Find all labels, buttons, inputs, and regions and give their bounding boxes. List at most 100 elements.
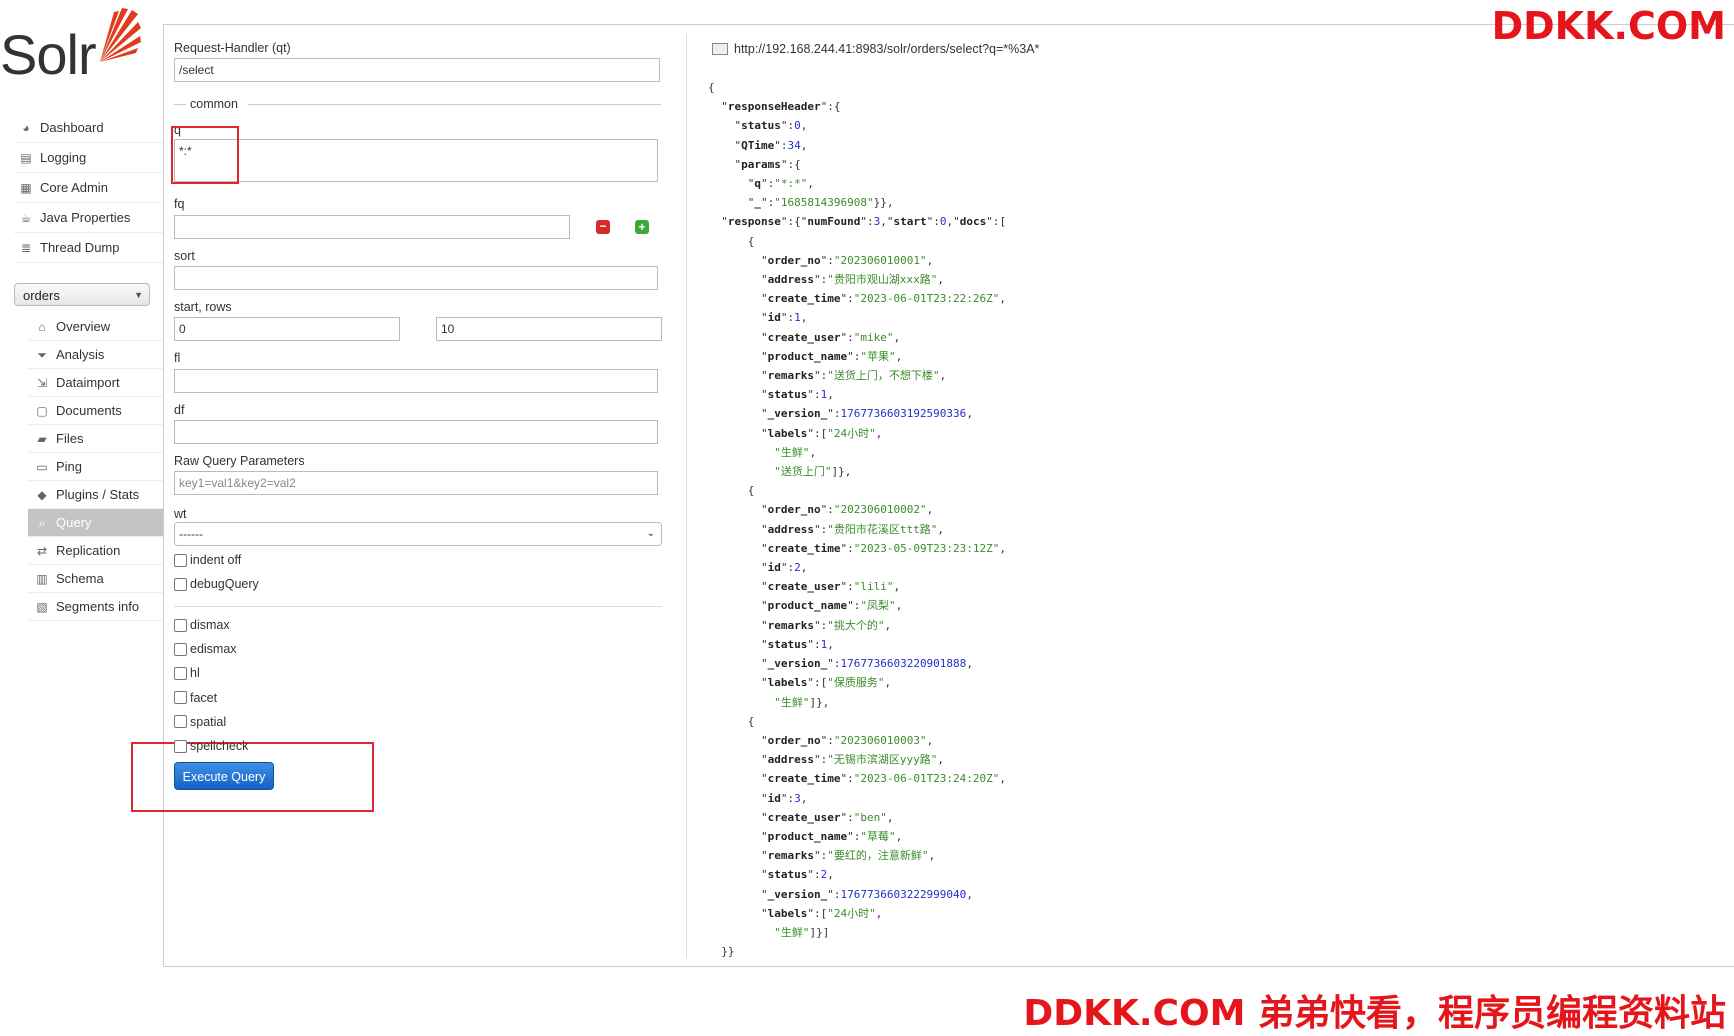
request-url[interactable]: http://192.168.244.41:8983/solr/orders/s… bbox=[712, 42, 1039, 56]
schema-icon: ▥ bbox=[36, 571, 48, 586]
df-input[interactable] bbox=[174, 420, 658, 444]
sidebar-item-plugins-stats[interactable]: ◆ Plugins / Stats bbox=[28, 481, 164, 509]
rows-input[interactable]: 10 bbox=[436, 317, 662, 341]
sidebar-item-label: Query bbox=[56, 515, 92, 530]
sidebar-item-label: Ping bbox=[56, 459, 83, 474]
sidebar-item-label: Analysis bbox=[56, 347, 105, 362]
funnel-icon: ⏷ bbox=[37, 347, 47, 362]
sidebar-item-label: Dataimport bbox=[56, 375, 120, 390]
sidebar-item-schema[interactable]: ▥ Schema bbox=[28, 565, 164, 593]
column-divider bbox=[686, 34, 687, 958]
core-selector[interactable]: orders ▼ bbox=[14, 283, 150, 306]
sidebar-item-java-properties[interactable]: ☕ Java Properties bbox=[14, 203, 164, 233]
sort-input[interactable] bbox=[174, 266, 658, 290]
sidebar-item-dataimport[interactable]: ⇲ Dataimport bbox=[28, 369, 164, 397]
java-icon: ☕ bbox=[20, 210, 32, 225]
checkbox-spellcheck[interactable]: spellcheck bbox=[174, 739, 248, 753]
request-handler-label: Request-Handler (qt) bbox=[174, 41, 291, 55]
checkbox-label: spellcheck bbox=[190, 739, 249, 753]
sidebar-item-label: Overview bbox=[56, 319, 111, 334]
checkbox-box[interactable] bbox=[174, 715, 187, 729]
checkbox-box[interactable] bbox=[174, 666, 187, 680]
solr-sun-icon bbox=[100, 8, 141, 62]
df-label: df bbox=[174, 403, 185, 417]
checkbox-box[interactable] bbox=[174, 739, 187, 753]
checkbox-label: hl bbox=[190, 666, 200, 681]
checkbox-label: indent off bbox=[190, 553, 242, 567]
solr-logo[interactable]: Solr bbox=[0, 0, 141, 86]
checkbox-label: edismax bbox=[190, 642, 237, 657]
sidebar-item-label: Replication bbox=[56, 543, 121, 558]
folder-icon: ▰ bbox=[37, 431, 47, 446]
common-rule-right bbox=[248, 104, 661, 105]
checkbox-box[interactable] bbox=[174, 691, 187, 705]
wt-select[interactable]: ------ ⌄ bbox=[174, 522, 662, 546]
sidebar-item-label: Core Admin bbox=[40, 180, 108, 195]
add-fq-icon[interactable]: + bbox=[635, 220, 649, 234]
logging-icon: ▤ bbox=[20, 150, 32, 165]
watermark-top: DDKK.COM bbox=[1491, 4, 1726, 48]
raw-params-input[interactable]: key1=val1&key2=val2 bbox=[174, 471, 658, 495]
sidebar-item-label: Plugins / Stats bbox=[56, 487, 140, 502]
sidebar-item-overview[interactable]: ⌂ Overview bbox=[28, 313, 164, 341]
checkbox-facet[interactable]: facet bbox=[174, 691, 217, 705]
plugins-icon: ◆ bbox=[37, 487, 47, 502]
common-rule-left bbox=[174, 104, 186, 105]
checkbox-debugquery[interactable]: debugQuery bbox=[174, 577, 259, 591]
fq-input[interactable] bbox=[174, 215, 570, 239]
magnifier-icon: ⌕ bbox=[38, 515, 46, 530]
checkbox-box[interactable] bbox=[174, 642, 187, 656]
segments-icon: ▧ bbox=[36, 599, 48, 614]
chevron-down-icon: ⌄ bbox=[646, 528, 655, 539]
sidebar-item-files[interactable]: ▰ Files bbox=[28, 425, 164, 453]
checkbox-spatial[interactable]: spatial bbox=[174, 715, 226, 729]
checkbox-box[interactable] bbox=[174, 553, 187, 567]
sidebar-item-label: Schema bbox=[56, 571, 104, 586]
checkbox-box[interactable] bbox=[174, 618, 187, 632]
ping-icon: ▭ bbox=[36, 459, 48, 474]
sidebar-item-replication[interactable]: ⇄ Replication bbox=[28, 537, 164, 565]
checkbox-label: dismax bbox=[190, 618, 230, 632]
sidebar-nav: ◕ Dashboard ▤ Logging ▦ Core Admin ☕ Java Prope… bbox=[14, 113, 164, 263]
sidebar-item-documents[interactable]: ▢ Documents bbox=[28, 397, 164, 425]
logo-text: Solr bbox=[0, 23, 97, 86]
raw-params-label: Raw Query Parameters bbox=[174, 454, 305, 468]
common-legend: common bbox=[190, 97, 238, 111]
request-url-text: http://192.168.244.41:8983/solr/orders/s… bbox=[734, 42, 1040, 56]
core-selector-value: orders bbox=[23, 288, 60, 303]
fl-input[interactable] bbox=[174, 369, 658, 393]
chevron-down-icon: ▼ bbox=[134, 290, 143, 300]
request-handler-input[interactable]: /select bbox=[174, 58, 660, 82]
sidebar-item-ping[interactable]: ▭ Ping bbox=[28, 453, 164, 481]
highlight-execute-box bbox=[131, 742, 374, 812]
start-rows-label: start, rows bbox=[174, 300, 232, 314]
checkbox-hl[interactable]: hl bbox=[174, 666, 200, 680]
checkbox-dismax[interactable]: dismax bbox=[174, 618, 230, 632]
sidebar-item-dashboard[interactable]: ◕ Dashboard bbox=[14, 113, 164, 143]
sort-label: sort bbox=[174, 249, 195, 263]
core-nav: ⌂ Overview ⏷ Analysis ⇲ Dataimport ▢ Documents ▰… bbox=[28, 313, 164, 621]
checkbox-edismax[interactable]: edismax bbox=[174, 642, 237, 656]
checkbox-box[interactable] bbox=[174, 577, 187, 591]
dashboard-icon: ◕ bbox=[22, 120, 30, 135]
sidebar-item-label: Documents bbox=[56, 403, 122, 418]
sidebar-item-label: Logging bbox=[40, 150, 87, 165]
sidebar-item-query[interactable]: ⌕ Query bbox=[28, 509, 164, 537]
checkbox-divider bbox=[174, 606, 662, 607]
sidebar-item-label: Dashboard bbox=[40, 120, 104, 135]
sidebar-item-label: Java Properties bbox=[40, 210, 131, 225]
remove-fq-icon[interactable]: − bbox=[596, 220, 610, 234]
sidebar-item-label: Segments info bbox=[56, 599, 140, 614]
watermark-bottom: DDKK.COM 弟弟快看，程序员编程资料站 bbox=[1023, 993, 1726, 1034]
sidebar-item-segments-info[interactable]: ▧ Segments info bbox=[28, 593, 164, 621]
sidebar-item-core-admin[interactable]: ▦ Core Admin bbox=[14, 173, 164, 203]
sidebar-item-analysis[interactable]: ⏷ Analysis bbox=[28, 341, 164, 369]
sidebar-item-logging[interactable]: ▤ Logging bbox=[14, 143, 164, 173]
checkbox-indent-off[interactable]: indent off bbox=[174, 553, 241, 567]
wt-select-value: ------ bbox=[179, 527, 203, 541]
sidebar-item-thread-dump[interactable]: ≣ Thread Dump bbox=[14, 233, 164, 263]
start-input[interactable]: 0 bbox=[174, 317, 400, 341]
checkbox-label: debugQuery bbox=[190, 577, 259, 591]
q-textarea[interactable]: *:* bbox=[174, 139, 658, 182]
checkbox-label: facet bbox=[190, 690, 218, 705]
